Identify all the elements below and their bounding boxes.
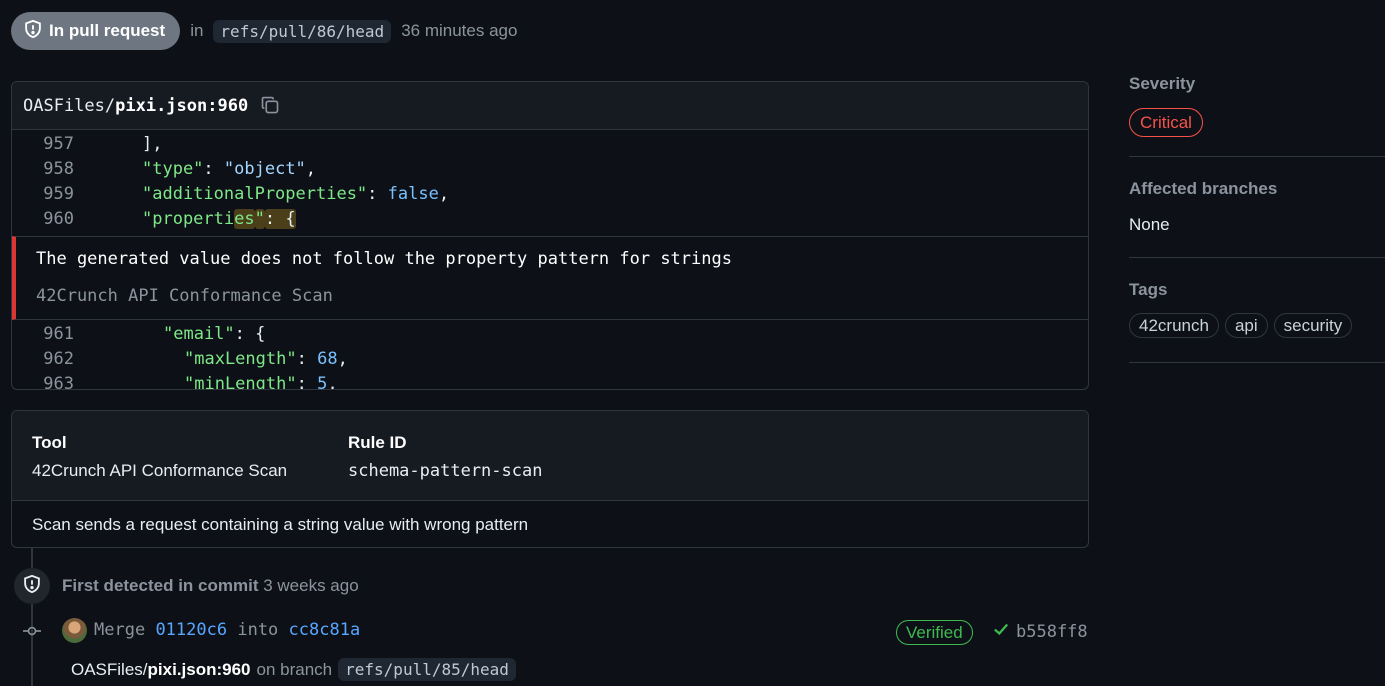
affected-branches-value: None [1129,215,1170,234]
severity-badge: Critical [1129,108,1203,137]
timeline-badge [14,568,50,604]
tag-api[interactable]: api [1224,313,1268,338]
line-number: 959 [43,183,74,204]
code-text: "properties": { [142,208,296,229]
code-text: "email": { [163,323,266,344]
avatar[interactable] [62,618,87,643]
rule-info-header: Tool 42Crunch API Conformance Scan Rule … [12,411,1088,501]
tool-value: 42Crunch API Conformance Scan [32,461,288,480]
commit-sha-link[interactable]: 01120c6 [155,620,227,640]
commit-prefix: Merge [94,620,146,640]
code-text: "minLength": 5, [184,373,338,390]
code-text: "maxLength": 68, [184,348,348,369]
line-number: 961 [43,323,74,344]
file-path-file: pixi.json:960 [115,95,249,116]
sidebar-divider [1129,257,1385,258]
code-text: "additionalProperties": false, [142,183,450,204]
tag-42crunch[interactable]: 42crunch [1129,313,1219,338]
code-line: 960 "properties": { [12,206,1088,231]
alert-status-line: In pull request in refs/pull/86/head 36 … [11,12,517,50]
tags-list: 42crunch api security [1129,313,1353,338]
commit-hash-link[interactable]: b558ff8 [1016,622,1088,642]
code-line: 961 "email": { [12,321,1088,346]
branch-text: on branch [256,659,333,679]
rule-id-column: Rule ID schema-pattern-scan [348,433,542,481]
tool-label: Tool [32,433,67,452]
commit-file-link[interactable]: OASFiles/pixi.json:960 [71,660,251,680]
code-line: 962 "maxLength": 68, [12,346,1088,371]
affected-branches-label: Affected branches [1129,179,1278,198]
in-pull-request-badge: In pull request [11,12,181,50]
sidebar-divider [1129,156,1385,157]
line-number: 962 [43,348,74,369]
shield-alert-icon [22,574,42,599]
check-icon [992,620,1010,643]
first-detected-time: 3 weeks ago [263,576,359,595]
first-detected: First detected in commit 3 weeks ago [62,576,359,596]
in-text: in [190,21,204,40]
code-line: 958 "type": "object", [12,156,1088,181]
rule-id-value: schema-pattern-scan [348,461,543,481]
ref-link[interactable]: refs/pull/86/head [213,19,392,43]
code-text: "type": "object", [142,158,317,179]
code-lines: 957 ], 958 "type": "object", 959 "additi… [12,130,1088,390]
file-path-dir: OASFiles/ [23,95,116,116]
file-path-link[interactable]: OASFiles/pixi.json:960 [23,96,248,116]
alert-tool-name: 42Crunch API Conformance Scan [36,286,333,306]
commit-message: Merge 01120c6 into cc8c81a [94,620,360,640]
line-number: 960 [43,208,74,229]
code-line: 959 "additionalProperties": false, [12,181,1088,206]
tool-column: Tool 42Crunch API Conformance Scan [32,433,287,481]
alert-message: The generated value does not follow the … [36,249,732,269]
first-detected-label: First detected in commit [62,576,259,595]
code-panel: OASFiles/pixi.json:960 957 ], 958 "type"… [11,81,1089,390]
sidebar-divider [1129,362,1385,363]
commit-target-link[interactable]: cc8c81a [289,620,361,640]
commit-location: OASFiles/pixi.json:960 on branch refs/pu… [71,658,516,681]
rule-id-label: Rule ID [348,433,407,452]
severity-label: Severity [1129,74,1196,93]
status-time: 36 minutes ago [401,21,518,40]
line-number: 957 [43,133,74,154]
rule-info-panel: Tool 42Crunch API Conformance Scan Rule … [11,410,1089,548]
alert-box: The generated value does not follow the … [12,236,1088,320]
git-commit-icon [22,621,42,641]
line-number: 963 [43,373,74,390]
commit-status: b558ff8 [992,620,1088,643]
code-line: 963 "minLength": 5, [12,371,1088,390]
line-number: 958 [43,158,74,179]
pill-label: In pull request [49,21,166,40]
tags-label: Tags [1129,280,1168,299]
commit-into: into [237,620,279,640]
shield-icon [23,19,43,44]
verified-badge[interactable]: Verified [896,620,973,645]
rule-description: Scan sends a request containing a string… [32,514,529,534]
code-text: ], [142,133,163,154]
code-header: OASFiles/pixi.json:960 [12,82,1088,130]
branch-ref-link[interactable]: refs/pull/85/head [338,658,516,681]
copy-icon[interactable] [260,95,282,117]
code-line: 957 ], [12,131,1088,156]
tag-security[interactable]: security [1273,313,1353,338]
